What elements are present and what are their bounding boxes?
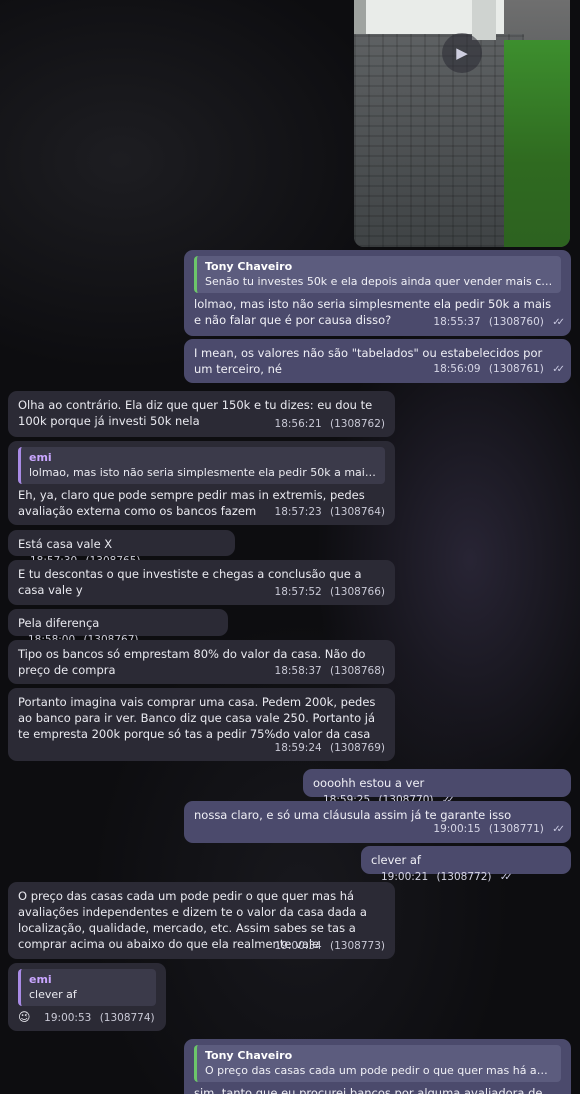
reply-quote[interactable]: Tony Chaveiro Senão tu investes 50k e el…	[194, 256, 561, 293]
message-bubble[interactable]: Tipo os bancos só emprestam 80% do valor…	[8, 640, 395, 684]
message-text: Pela diferença	[18, 616, 100, 630]
message-meta: 18:56:09 (1308761) ✓✓	[433, 361, 565, 378]
photo-message[interactable]: ▶	[354, 0, 570, 247]
message-meta: 19:00:34 (1308773)	[275, 938, 385, 954]
message-time: 19:00:34	[274, 940, 322, 952]
message-bubble[interactable]: Tony Chaveiro O preço das casas cada um …	[184, 1039, 571, 1094]
double-check-icon: ✓✓	[552, 317, 565, 328]
message-id: (1308761)	[488, 363, 544, 375]
message-time: 18:55:37	[433, 316, 481, 328]
message-bubble[interactable]: O preço das casas cada um pode pedir o q…	[8, 882, 395, 959]
double-check-icon: ✓✓	[552, 364, 565, 375]
message-bubble[interactable]: oooohh estou a ver 18:59:25 (1308770) ✓✓	[303, 769, 571, 806]
message-text: oooohh estou a ver	[313, 776, 425, 790]
reply-quote[interactable]: emi lolmao, mas isto não seria simplesme…	[18, 447, 385, 484]
message-id: (1308773)	[330, 940, 385, 952]
message-text: sim, tanto que eu procurei bancos por al…	[194, 1086, 543, 1094]
reply-author: Tony Chaveiro	[205, 260, 293, 273]
message-bubble[interactable]: E tu descontas o que investiste e chegas…	[8, 560, 395, 605]
reply-text: clever af	[29, 988, 77, 1001]
message-time: 18:58:37	[274, 665, 322, 677]
message-meta: 18:56:21 (1308762)	[275, 416, 385, 432]
message-bubble[interactable]: emi clever af 😉 19:00:53 (1308774)	[8, 963, 166, 1031]
reply-quote[interactable]: emi clever af	[18, 969, 156, 1006]
photo-path	[354, 34, 524, 247]
message-time: 18:56:09	[433, 363, 481, 375]
message-bubble[interactable]: Tony Chaveiro Senão tu investes 50k e el…	[184, 250, 571, 336]
message-bubble[interactable]: Pela diferença 18:58:00 (1308767)	[8, 609, 228, 646]
message-meta: 19:00:21 (1308772) ✓✓	[381, 871, 513, 883]
message-id: (1308762)	[330, 418, 385, 430]
message-meta: 18:59:24 (1308769)	[275, 740, 385, 756]
message-time: 18:57:23	[274, 506, 322, 518]
photo-pillar	[472, 0, 496, 40]
message-id: (1308760)	[488, 316, 544, 328]
message-text: Portanto imagina vais comprar uma casa. …	[18, 695, 380, 741]
play-icon[interactable]: ▶	[442, 33, 482, 73]
message-bubble[interactable]: I mean, os valores não são "tabelados" o…	[184, 339, 571, 383]
message-time: 18:56:21	[274, 418, 322, 430]
message-meta: 18:57:23 (1308764)	[275, 504, 385, 520]
message-id: (1308771)	[488, 823, 544, 835]
message-id: (1308772)	[436, 871, 492, 883]
reply-author: emi	[29, 451, 52, 464]
wink-emoji: 😉	[18, 1010, 31, 1024]
message-bubble[interactable]: emi lolmao, mas isto não seria simplesme…	[8, 441, 395, 525]
message-meta: 18:57:52 (1308766)	[275, 584, 385, 600]
photo-grass	[504, 40, 570, 247]
reply-author: emi	[29, 973, 52, 986]
message-meta: 19:00:53 (1308774)	[44, 1012, 154, 1024]
chat-area: ▶ Tony Chaveiro Senão tu investes 50k e …	[0, 0, 580, 1094]
photo-doorway	[354, 0, 366, 34]
message-time: 19:00:53	[44, 1012, 92, 1024]
double-check-icon: ✓✓	[499, 872, 513, 883]
reply-quote[interactable]: Tony Chaveiro O preço das casas cada um …	[194, 1045, 561, 1082]
message-time: 19:00:21	[381, 871, 429, 883]
message-id: (1308766)	[330, 586, 385, 598]
message-meta: 18:58:37 (1308768)	[275, 663, 385, 679]
message-bubble[interactable]: clever af 19:00:21 (1308772) ✓✓	[361, 846, 571, 883]
message-bubble[interactable]: nossa claro, e só uma cláusula assim já …	[184, 801, 571, 843]
reply-text: O preço das casas cada um pode pedir o q…	[205, 1064, 553, 1077]
double-check-icon: ✓✓	[552, 824, 565, 835]
message-id: (1308769)	[330, 742, 385, 754]
message-bubble[interactable]: Olha ao contrário. Ela diz que quer 150k…	[8, 391, 395, 437]
message-bubble[interactable]: Está casa vale X 18:57:30 (1308765)	[8, 530, 235, 567]
reply-text: lolmao, mas isto não seria simplesmente …	[29, 466, 377, 479]
message-time: 18:57:52	[274, 586, 322, 598]
reply-text: Senão tu investes 50k e ela depois ainda…	[205, 275, 553, 288]
message-bubble[interactable]: Portanto imagina vais comprar uma casa. …	[8, 688, 395, 761]
message-id: (1308768)	[330, 665, 385, 677]
message-text: clever af	[371, 853, 421, 867]
message-id: (1308764)	[330, 506, 385, 518]
reply-author: Tony Chaveiro	[205, 1049, 293, 1062]
message-time: 19:00:15	[433, 823, 481, 835]
message-meta: 18:55:37 (1308760) ✓✓	[433, 314, 565, 331]
message-time: 18:59:24	[274, 742, 322, 754]
message-text: Está casa vale X	[18, 537, 113, 551]
message-id: (1308774)	[99, 1012, 155, 1024]
message-meta: 19:00:15 (1308771) ✓✓	[433, 821, 565, 838]
